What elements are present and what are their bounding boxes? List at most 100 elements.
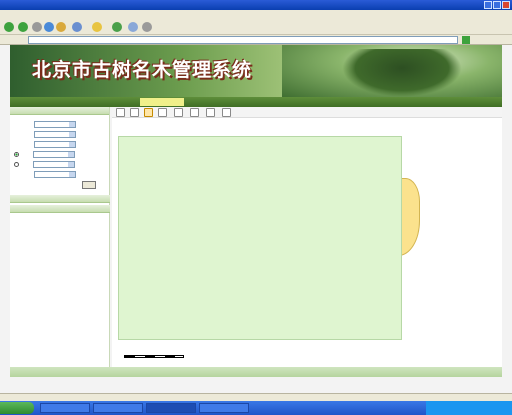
forward-icon[interactable]	[18, 22, 28, 32]
nav-item-3[interactable]	[140, 98, 184, 106]
table-cell[interactable]	[296, 265, 321, 272]
table-cell[interactable]	[271, 167, 296, 174]
table-cell[interactable]	[271, 307, 296, 314]
district-select[interactable]	[34, 121, 76, 128]
sidebar-section-1[interactable]	[10, 107, 109, 115]
table-cell[interactable]	[271, 293, 296, 300]
nav-item-2[interactable]	[92, 98, 136, 106]
url-input[interactable]	[28, 36, 458, 44]
table-row[interactable]	[121, 174, 321, 181]
table-row[interactable]	[121, 258, 321, 265]
pan-icon[interactable]	[144, 108, 153, 117]
column-header[interactable]	[121, 139, 146, 146]
table-cell[interactable]	[271, 237, 296, 244]
table-cell[interactable]	[271, 230, 296, 237]
table-cell[interactable]	[271, 286, 296, 293]
history-icon[interactable]	[112, 22, 122, 32]
table-cell[interactable]	[296, 300, 321, 307]
query-button[interactable]	[82, 181, 96, 189]
table-cell[interactable]	[296, 202, 321, 209]
column-header[interactable]	[196, 139, 221, 146]
table-row[interactable]	[121, 230, 321, 237]
table-cell[interactable]	[296, 258, 321, 265]
back-icon[interactable]	[4, 22, 14, 32]
table-cell[interactable]	[271, 160, 296, 167]
grade-select[interactable]	[34, 171, 76, 178]
table-row[interactable]	[121, 244, 321, 251]
table-cell[interactable]	[296, 237, 321, 244]
table-cell[interactable]	[296, 188, 321, 195]
table-cell[interactable]	[296, 153, 321, 160]
taskbar-item-3[interactable]	[146, 403, 196, 413]
sidebar-section-2[interactable]	[10, 195, 110, 203]
table-cell[interactable]	[296, 293, 321, 300]
column-header[interactable]	[246, 139, 271, 146]
table-row[interactable]	[121, 223, 321, 230]
table-cell[interactable]	[296, 244, 321, 251]
table-cell[interactable]	[271, 279, 296, 286]
table-row[interactable]	[121, 146, 321, 153]
table-row[interactable]	[121, 216, 321, 223]
taskbar-item-1[interactable]	[40, 403, 90, 413]
table-cell[interactable]	[271, 223, 296, 230]
identify-icon[interactable]	[190, 108, 199, 117]
column-header[interactable]	[171, 139, 196, 146]
table-cell[interactable]	[296, 209, 321, 216]
home-icon[interactable]	[56, 22, 66, 32]
table-cell[interactable]	[296, 181, 321, 188]
table-cell[interactable]	[296, 195, 321, 202]
species-select[interactable]	[33, 161, 75, 168]
maximize-button[interactable]	[493, 1, 501, 9]
table-cell[interactable]	[271, 181, 296, 188]
table-row[interactable]	[121, 209, 321, 216]
table-cell[interactable]	[271, 314, 296, 321]
sidebar-section-3[interactable]	[10, 205, 110, 213]
table-cell[interactable]	[296, 230, 321, 237]
table-cell[interactable]	[271, 244, 296, 251]
taskbar-item-4[interactable]	[199, 403, 249, 413]
table-cell[interactable]	[296, 167, 321, 174]
column-header[interactable]	[271, 139, 296, 146]
close-button[interactable]	[502, 1, 510, 9]
table-cell[interactable]	[296, 307, 321, 314]
full-extent-icon[interactable]	[158, 108, 167, 117]
table-cell[interactable]	[271, 321, 296, 328]
nav-item-6[interactable]	[284, 98, 328, 106]
table-cell[interactable]	[271, 251, 296, 258]
table-cell[interactable]	[296, 160, 321, 167]
table-row[interactable]	[121, 279, 321, 286]
name-radio[interactable]	[14, 152, 19, 157]
table-row[interactable]	[121, 237, 321, 244]
nav-item-1[interactable]	[44, 98, 88, 106]
table-cell[interactable]	[296, 223, 321, 230]
town-select[interactable]	[34, 131, 76, 138]
zoom-out-icon[interactable]	[130, 108, 139, 117]
table-row[interactable]	[121, 153, 321, 160]
table-row[interactable]	[121, 160, 321, 167]
table-cell[interactable]	[271, 209, 296, 216]
minimize-button[interactable]	[484, 1, 492, 9]
table-cell[interactable]	[271, 146, 296, 153]
table-row[interactable]	[121, 195, 321, 202]
table-cell[interactable]	[271, 153, 296, 160]
measure-icon[interactable]	[206, 108, 215, 117]
table-cell[interactable]	[271, 216, 296, 223]
print-map-icon[interactable]	[222, 108, 231, 117]
table-cell[interactable]	[271, 272, 296, 279]
table-row[interactable]	[121, 272, 321, 279]
village-select[interactable]	[34, 141, 76, 148]
table-row[interactable]	[121, 321, 321, 328]
table-row[interactable]	[121, 293, 321, 300]
table-row[interactable]	[121, 251, 321, 258]
nav-item-7[interactable]	[332, 98, 376, 106]
favorites-icon[interactable]	[92, 22, 102, 32]
table-cell[interactable]	[296, 314, 321, 321]
table-cell[interactable]	[271, 300, 296, 307]
stop-icon[interactable]	[32, 22, 42, 32]
zoom-in-icon[interactable]	[116, 108, 125, 117]
table-cell[interactable]	[271, 265, 296, 272]
print-icon[interactable]	[142, 22, 152, 32]
species-radio[interactable]	[14, 162, 19, 167]
column-header[interactable]	[221, 139, 246, 146]
column-header[interactable]	[146, 139, 171, 146]
